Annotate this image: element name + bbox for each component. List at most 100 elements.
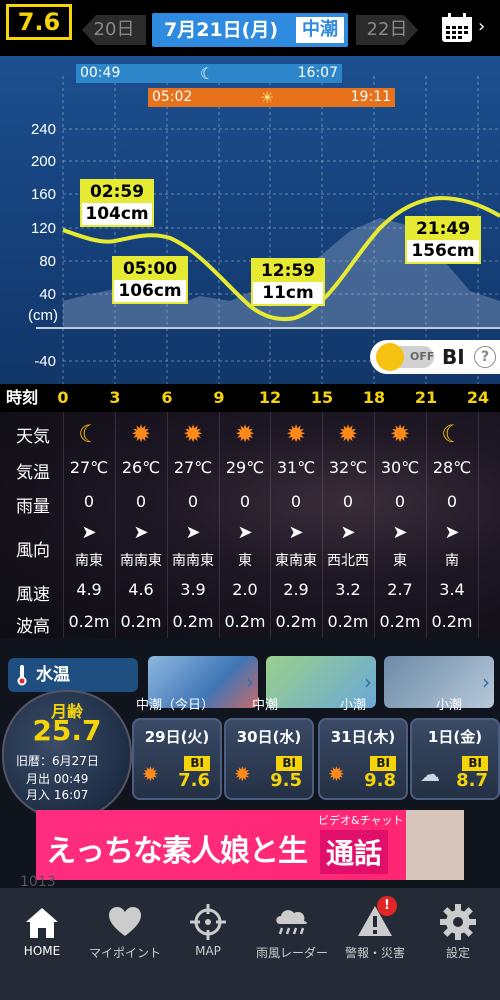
rain-cell: 0 bbox=[446, 492, 458, 511]
wave-cell: 0.2m bbox=[224, 612, 266, 631]
rain-cell: 0 bbox=[342, 492, 354, 511]
moon-time-bar: 00:49 ☾ 16:07 bbox=[76, 64, 342, 83]
date-selector[interactable]: 7月21日(月) 中潮 bbox=[152, 13, 348, 47]
y-unit: (cm) bbox=[28, 307, 58, 324]
y-tick: 200 bbox=[31, 153, 56, 170]
tab-settings[interactable]: 設定 bbox=[416, 896, 500, 966]
tab-label: 設定 bbox=[445, 946, 470, 960]
wind-dir-cell: 南東 bbox=[75, 553, 103, 569]
temp-label: 気温 bbox=[16, 463, 50, 483]
forecast-card[interactable]: 29日(火) ✹ BI 7.6 bbox=[132, 718, 222, 800]
forecast-card[interactable]: 30日(水) ✹ BI 9.5 bbox=[224, 718, 314, 800]
y-tick: 240 bbox=[31, 121, 56, 138]
y-tick: 80 bbox=[39, 253, 56, 270]
toggle-state: OFF bbox=[410, 350, 435, 363]
prev-day-button[interactable]: 20日 bbox=[82, 15, 146, 45]
weather-table: 天気 ☾ ✹ ✹ ✹ ✹ ✹ ✹ ☾ 気温 27℃ 26℃ 27℃ 29℃ 31… bbox=[0, 412, 500, 638]
help-icon[interactable]: ? bbox=[474, 346, 496, 368]
info-area: 水温 27.0°C › › › 中潮（今日） 中潮 小潮 小潮 月齢 25.7 … bbox=[0, 638, 500, 900]
tide-time: 12:59 bbox=[253, 260, 323, 282]
y-tick: 120 bbox=[31, 220, 56, 237]
hour-label: 3 bbox=[109, 388, 121, 407]
forecast-date: 1日(金) bbox=[427, 728, 483, 746]
forecast-card[interactable]: 1日(金) ☁ BI 8.7 bbox=[410, 718, 500, 800]
tab-mypoint[interactable]: マイポイント bbox=[83, 896, 167, 966]
thumb-label: 小潮 bbox=[436, 698, 463, 713]
wind-arrow-icon: ➤ bbox=[392, 522, 408, 543]
wind-dir-cell: 東南東 bbox=[275, 553, 317, 569]
wind-arrow-icon: ➤ bbox=[81, 522, 97, 543]
hour-label: 9 bbox=[213, 388, 225, 407]
sunset-time: 19:11 bbox=[350, 89, 391, 105]
tide-value: 104cm bbox=[85, 204, 149, 224]
hour-label: 15 bbox=[310, 388, 334, 407]
moonset-time: 16:07 bbox=[297, 65, 338, 81]
temp-cell: 30℃ bbox=[380, 458, 420, 477]
sun-icon: ☀ bbox=[260, 88, 275, 107]
rain-cell: 0 bbox=[187, 492, 199, 511]
sun-icon: ✹ bbox=[234, 420, 256, 448]
toggle-knob bbox=[376, 343, 404, 371]
rain-cloud-icon bbox=[276, 910, 307, 935]
tab-radar[interactable]: 雨風レーダー bbox=[250, 896, 334, 966]
tab-alerts[interactable]: ! 警報・災害 bbox=[333, 896, 417, 966]
rain-cell: 0 bbox=[239, 492, 251, 511]
wave-cell: 0.2m bbox=[431, 612, 473, 631]
forecast-bi: 8.7 bbox=[456, 770, 488, 791]
alert-badge: ! bbox=[377, 896, 397, 916]
tab-label: MAP bbox=[195, 944, 221, 958]
toggle-label: BI bbox=[442, 345, 465, 369]
thumb-label: 中潮 bbox=[252, 698, 279, 713]
forecast-bi: 7.6 bbox=[178, 770, 210, 791]
ad-photo bbox=[406, 810, 464, 880]
hour-label: 18 bbox=[362, 388, 386, 407]
sun-cloud-icon: ✹ bbox=[234, 762, 251, 786]
rain-cell: 0 bbox=[135, 492, 147, 511]
bi-tag: BI bbox=[276, 756, 302, 771]
tide-value: 156cm bbox=[411, 241, 475, 261]
temp-cell: 31℃ bbox=[276, 458, 316, 477]
tide-type-badge: 中潮 bbox=[296, 17, 344, 43]
tab-label: 雨風レーダー bbox=[255, 946, 328, 960]
wind-arrow-icon: ➤ bbox=[288, 522, 304, 543]
ad-banner[interactable]: えっちな素人娘と生 ビデオ&チャット 通話 bbox=[36, 810, 464, 880]
water-temp-box[interactable]: 水温 27.0°C bbox=[8, 658, 138, 719]
toggle-switch[interactable]: OFF bbox=[376, 343, 435, 371]
bi-toggle[interactable]: OFF BI ? bbox=[370, 340, 500, 374]
wind-arrow-icon: ➤ bbox=[185, 522, 201, 543]
sun-icon: ✹ bbox=[285, 420, 307, 448]
wave-label: 波高 bbox=[16, 617, 50, 637]
next-day-button[interactable]: 22日 bbox=[356, 15, 418, 45]
bi-tag: BI bbox=[184, 756, 210, 771]
tab-map[interactable]: MAP bbox=[166, 896, 250, 966]
wind-dir-label: 風向 bbox=[16, 541, 50, 561]
hour-label: 6 bbox=[161, 388, 173, 407]
tab-label: HOME bbox=[23, 944, 61, 958]
tide-time: 05:00 bbox=[114, 258, 186, 280]
thumb-label: 小潮 bbox=[340, 698, 367, 713]
forecast-card[interactable]: 31日(木) ✹ BI 9.8 bbox=[318, 718, 408, 800]
crosshair-icon bbox=[190, 904, 226, 940]
forecast-date: 30日(水) bbox=[236, 728, 302, 746]
tide-label: 02:59 104cm bbox=[80, 179, 154, 227]
wind-speed-cell: 4.6 bbox=[128, 580, 154, 599]
moon-icon: ☾ bbox=[441, 420, 463, 448]
tab-home[interactable]: HOME bbox=[0, 896, 84, 966]
weather-label: 天気 bbox=[16, 427, 50, 447]
current-date: 7月21日(月) bbox=[164, 19, 279, 41]
sun-icon: ✹ bbox=[182, 420, 204, 448]
wind-dir-cell: 南南東 bbox=[172, 553, 214, 569]
lunar-date: 旧暦：6月27日 bbox=[16, 754, 99, 768]
moonset: 月入 16:07 bbox=[26, 788, 89, 802]
gear-icon bbox=[440, 904, 476, 940]
wind-speed-cell: 3.2 bbox=[335, 580, 361, 599]
calendar-icon[interactable] bbox=[440, 12, 474, 44]
time-row-label: 時刻 bbox=[5, 388, 38, 407]
wind-speed-cell: 2.7 bbox=[387, 580, 413, 599]
wind-speed-label: 風速 bbox=[16, 585, 50, 605]
temp-cell: 27℃ bbox=[69, 458, 109, 477]
chevron-right-icon[interactable]: › bbox=[478, 16, 485, 37]
hour-label: 0 bbox=[57, 388, 69, 407]
hour-label: 21 bbox=[414, 388, 438, 407]
bi-tag: BI bbox=[462, 756, 488, 771]
